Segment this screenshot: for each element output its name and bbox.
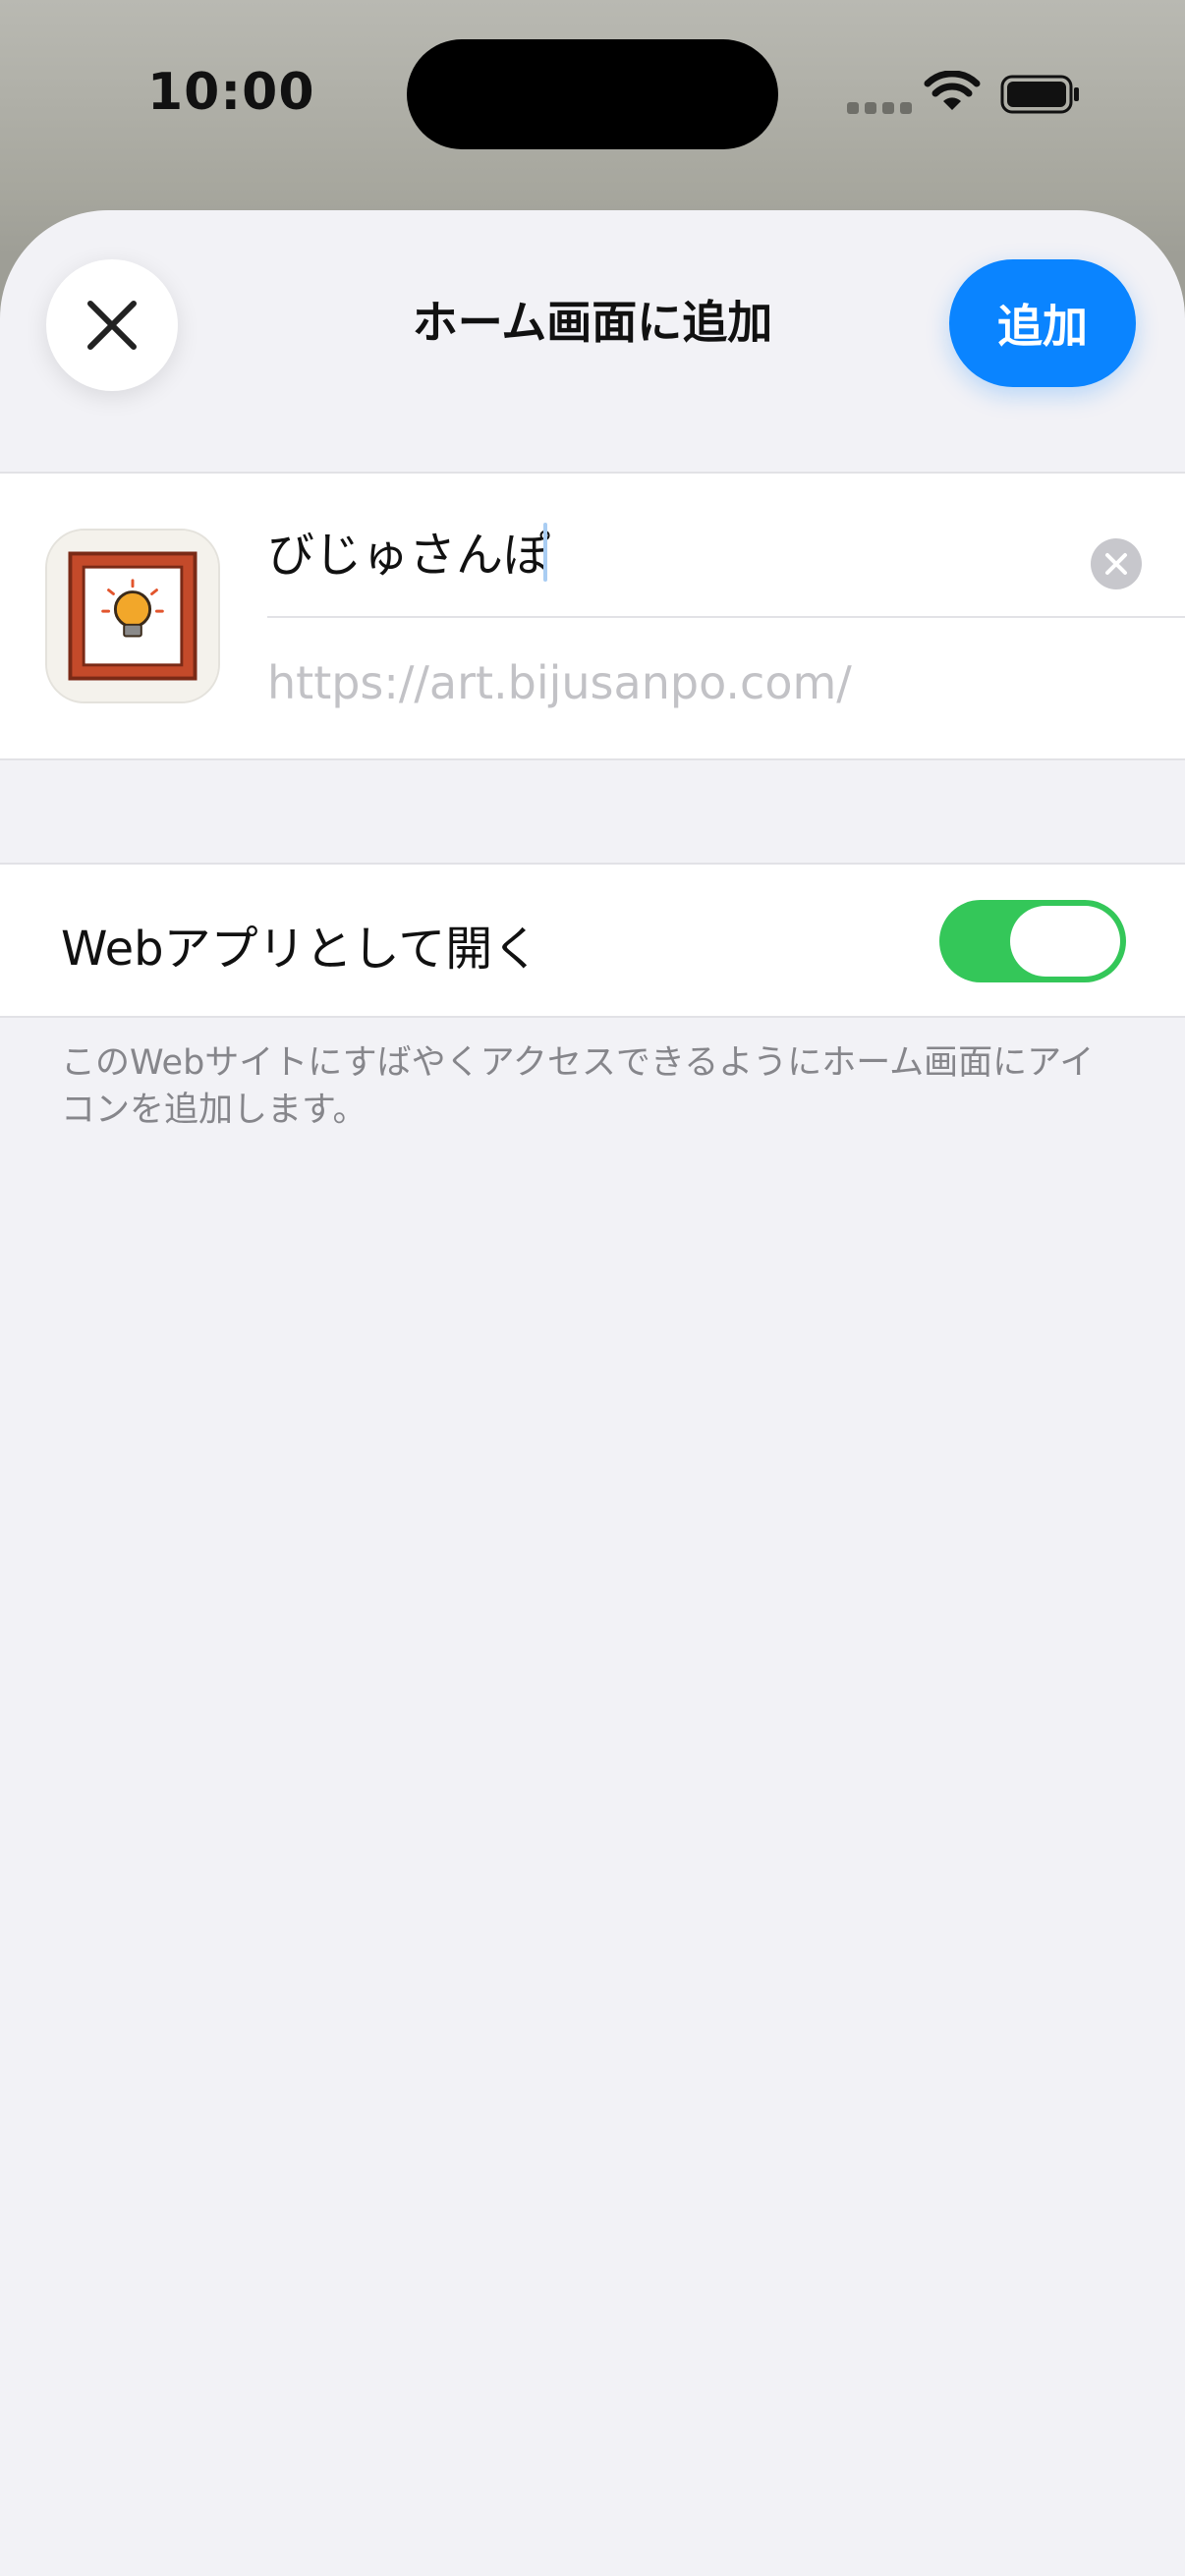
name-input[interactable]	[267, 501, 1053, 599]
footer-note: このWebサイトにすばやくアクセスできるようにホーム画面にアイコンを追加します。	[61, 1043, 1095, 1130]
url-text: https://art.bijusanpo.com/	[267, 656, 852, 709]
web-app-toggle[interactable]	[939, 900, 1126, 982]
web-app-label: Webアプリとして開く	[61, 922, 540, 977]
cellular-signal-icon	[847, 102, 912, 114]
framed-lightbulb-icon	[45, 529, 220, 703]
clear-icon	[1105, 553, 1127, 575]
clear-text-button[interactable]	[1091, 538, 1142, 589]
text-caret	[543, 523, 547, 582]
field-divider	[267, 616, 1185, 618]
add-button[interactable]: 追加	[949, 259, 1136, 387]
wifi-icon	[924, 71, 981, 110]
web-app-row: Webアプリとして開く	[0, 863, 1185, 1018]
add-to-home-sheet: ホーム画面に追加 追加 ht	[0, 210, 1185, 2576]
bookmark-info-card: https://art.bijusanpo.com/	[0, 472, 1185, 760]
dynamic-island	[407, 39, 778, 149]
status-time: 10:00	[147, 63, 315, 122]
sheet-header: ホーム画面に追加 追加	[0, 210, 1185, 474]
toggle-knob	[1010, 906, 1120, 977]
battery-icon	[1000, 75, 1079, 114]
